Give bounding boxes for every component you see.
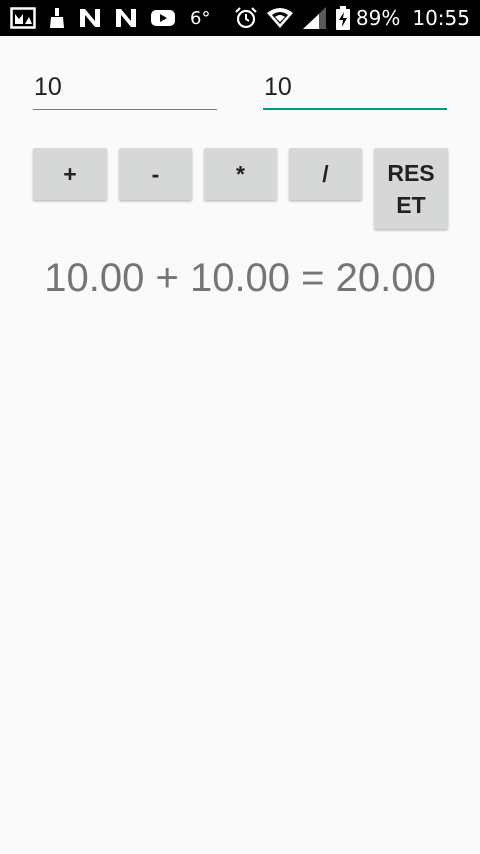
first-number-field[interactable] (33, 70, 217, 110)
alarm-icon (234, 6, 258, 30)
temperature-text: 6° (190, 7, 211, 29)
reset-button[interactable]: RESET (374, 148, 448, 229)
signal-icon (302, 6, 328, 30)
first-number-input[interactable] (33, 70, 217, 109)
status-bar: 6° 89% 10:55 (0, 0, 480, 36)
calculator-screen: + - * / RESET 10.00 + 10.00 = 20.00 (0, 36, 480, 854)
second-number-input[interactable] (263, 70, 447, 108)
divide-button[interactable]: / (289, 148, 362, 200)
second-number-field[interactable] (263, 70, 447, 110)
status-bar-right: 89% 10:55 (226, 0, 470, 36)
battery-percent: 89% (355, 6, 401, 30)
add-button[interactable]: + (33, 148, 107, 200)
result-text: 10.00 + 10.00 = 20.00 (44, 256, 436, 300)
n-logo-icon (78, 7, 102, 29)
clock-text: 10:55 (412, 6, 470, 30)
subtract-button[interactable]: - (119, 148, 192, 200)
n-logo-icon (114, 7, 138, 29)
youtube-icon (150, 8, 176, 28)
status-bar-left: 6° (10, 0, 210, 36)
cleaner-icon (48, 7, 66, 29)
battery-charging-icon (335, 6, 350, 30)
multiply-button[interactable]: * (204, 148, 277, 200)
gallery-icon (10, 7, 36, 29)
wifi-icon (266, 7, 294, 29)
